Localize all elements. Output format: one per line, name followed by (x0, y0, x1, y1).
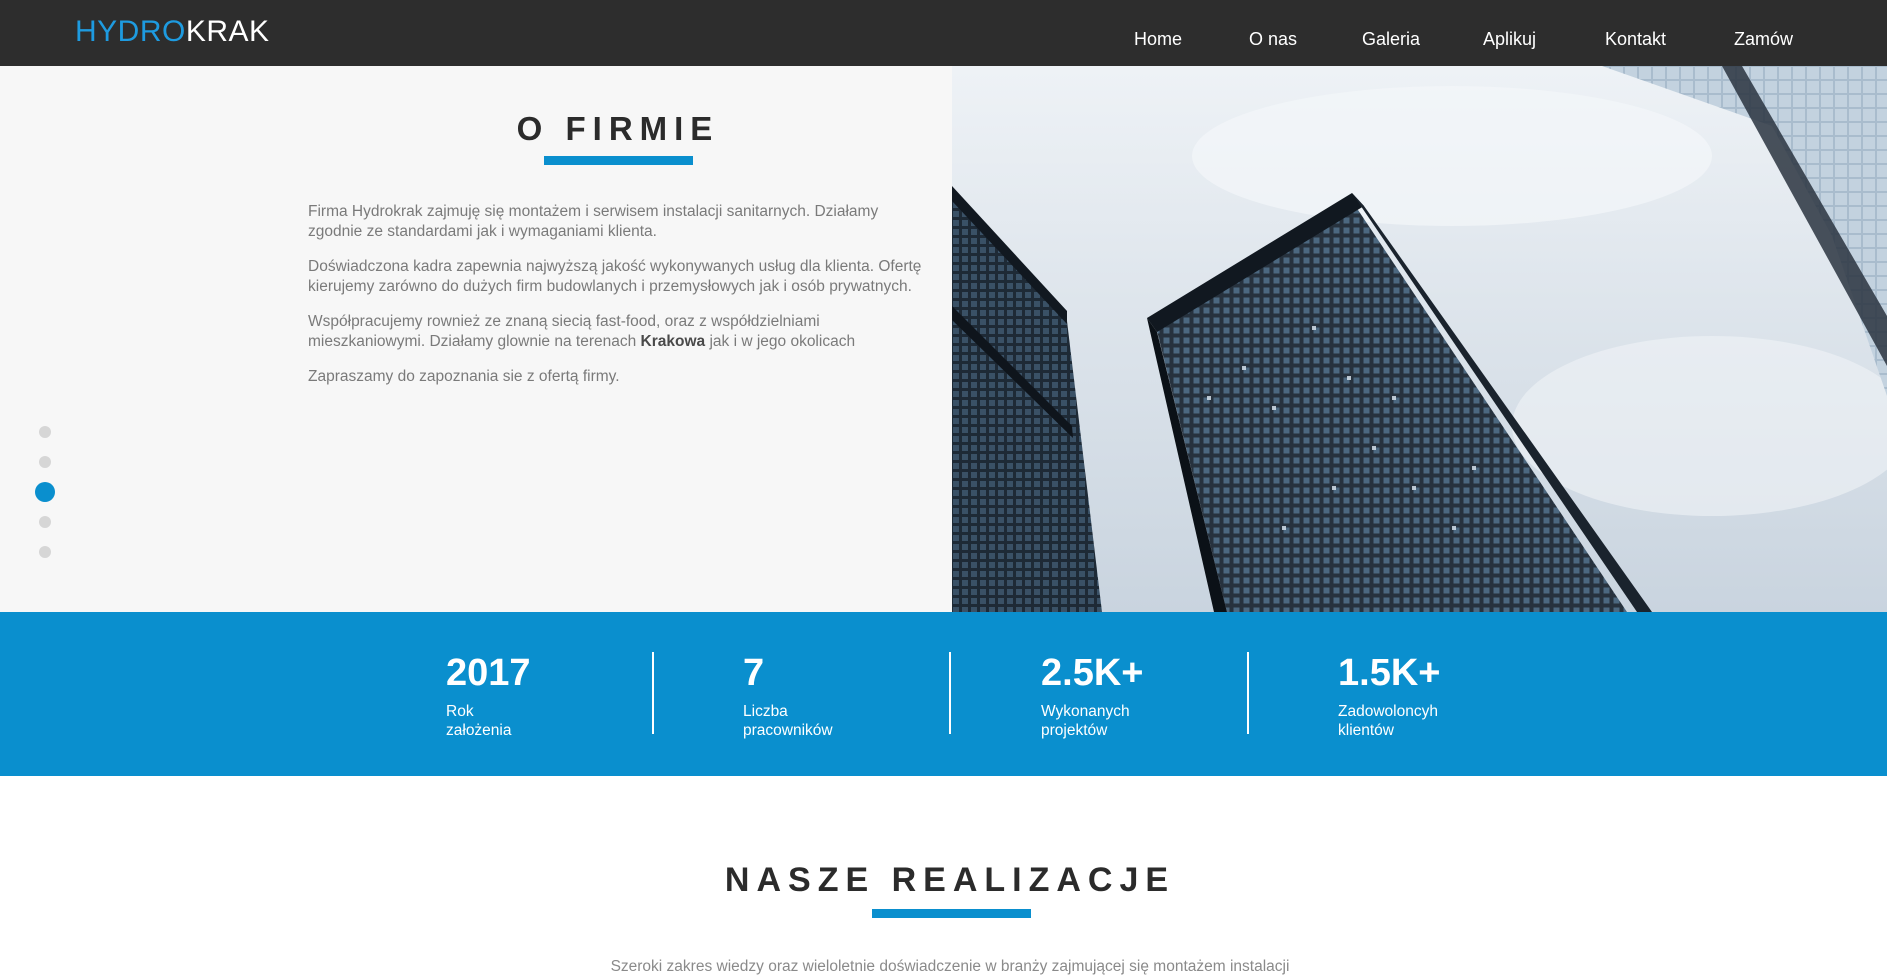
stat-clients-line1: Zadowoloncyh (1338, 703, 1438, 720)
stat-employees: 7 Liczba pracowników (743, 652, 903, 740)
nav-kontakt[interactable]: Kontakt (1605, 28, 1666, 50)
nav-o-nas[interactable]: O nas (1249, 28, 1297, 50)
logo-hydro: HYDRO (75, 15, 186, 48)
top-navbar: HYDROKRAK Home O nas Galeria Aplikuj Kon… (0, 0, 1887, 66)
stat-clients-number: 1.5K+ (1338, 652, 1441, 694)
nav-galeria[interactable]: Galeria (1362, 28, 1420, 50)
stat-projects-label: Wykonanych projektów (1041, 702, 1201, 740)
realizacje-title: NASZE REALIZACJE (724, 861, 1176, 899)
realizacje-title-underline (872, 909, 1031, 918)
about-content: O FIRMIE Firma Hydrokrak zajmuję się mon… (0, 66, 952, 612)
about-paragraph-3: Współpracujemy rownież ze znaną siecią f… (308, 312, 928, 352)
realizacje-intro-text: Szeroki zakres wiedzy oraz wieloletnie d… (610, 958, 1290, 975)
nav-home[interactable]: Home (1134, 28, 1182, 50)
stat-founded-label: Rok założenia (446, 702, 606, 740)
stat-employees-label: Liczba pracowników (743, 702, 903, 740)
stat-projects-number: 2.5K+ (1041, 652, 1144, 694)
stat-projects-line2: projektów (1041, 722, 1108, 739)
stats-bar: 2017 Rok założenia 7 Liczba pracowników 2.… (0, 612, 1887, 776)
dot-nav-1[interactable] (39, 426, 51, 438)
stat-projects: 2.5K+ Wykonanych projektów (1041, 652, 1201, 740)
about-section: O FIRMIE Firma Hydrokrak zajmuję się mon… (0, 66, 1887, 612)
stat-clients-label: Zadowoloncyh klientów (1338, 702, 1498, 740)
dot-nav-3-active[interactable] (35, 482, 55, 502)
stat-projects-line1: Wykonanych (1041, 703, 1130, 720)
site-logo[interactable]: HYDROKRAK (75, 14, 270, 50)
about-title-underline (544, 156, 693, 165)
dot-nav-5[interactable] (39, 546, 51, 558)
about-text: Firma Hydrokrak zajmuję się montażem i s… (308, 202, 928, 402)
dot-nav-2[interactable] (39, 456, 51, 468)
nav-zamow[interactable]: Zamów (1734, 28, 1793, 50)
stat-employees-number: 7 (743, 652, 765, 694)
realizacje-section: NASZE REALIZACJE Szeroki zakres wiedzy o… (0, 776, 1887, 975)
stat-divider-3 (1247, 652, 1249, 734)
about-title: O FIRMIE (516, 110, 720, 147)
stat-divider-2 (949, 652, 951, 734)
stat-clients-line2: klientów (1338, 722, 1394, 739)
buildings-illustration (952, 66, 1887, 612)
stat-divider-1 (652, 652, 654, 734)
dot-nav-4[interactable] (39, 516, 51, 528)
stat-founded: 2017 Rok założenia (446, 652, 606, 740)
logo-krak: KRAK (185, 15, 270, 48)
stat-founded-number: 2017 (446, 652, 531, 694)
stat-founded-line2: założenia (446, 722, 512, 739)
about-paragraph-1: Firma Hydrokrak zajmuję się montażem i s… (308, 203, 879, 240)
stat-clients: 1.5K+ Zadowoloncyh klientów (1338, 652, 1498, 740)
nav-aplikuj[interactable]: Aplikuj (1483, 28, 1536, 50)
about-p3-city: Krakowa (640, 333, 706, 350)
stat-employees-line2: pracowników (743, 722, 833, 739)
about-paragraph-4: Zapraszamy do zapoznania sie z ofertą fi… (308, 368, 620, 385)
about-paragraph-2: Doświadczona kadra zapewnia najwyższą ja… (308, 258, 922, 295)
stat-employees-line1: Liczba (743, 703, 788, 720)
stat-founded-line1: Rok (446, 703, 474, 720)
about-p3-tail: jak i w jego okolicach (705, 333, 856, 350)
buildings-photo (952, 66, 1887, 612)
